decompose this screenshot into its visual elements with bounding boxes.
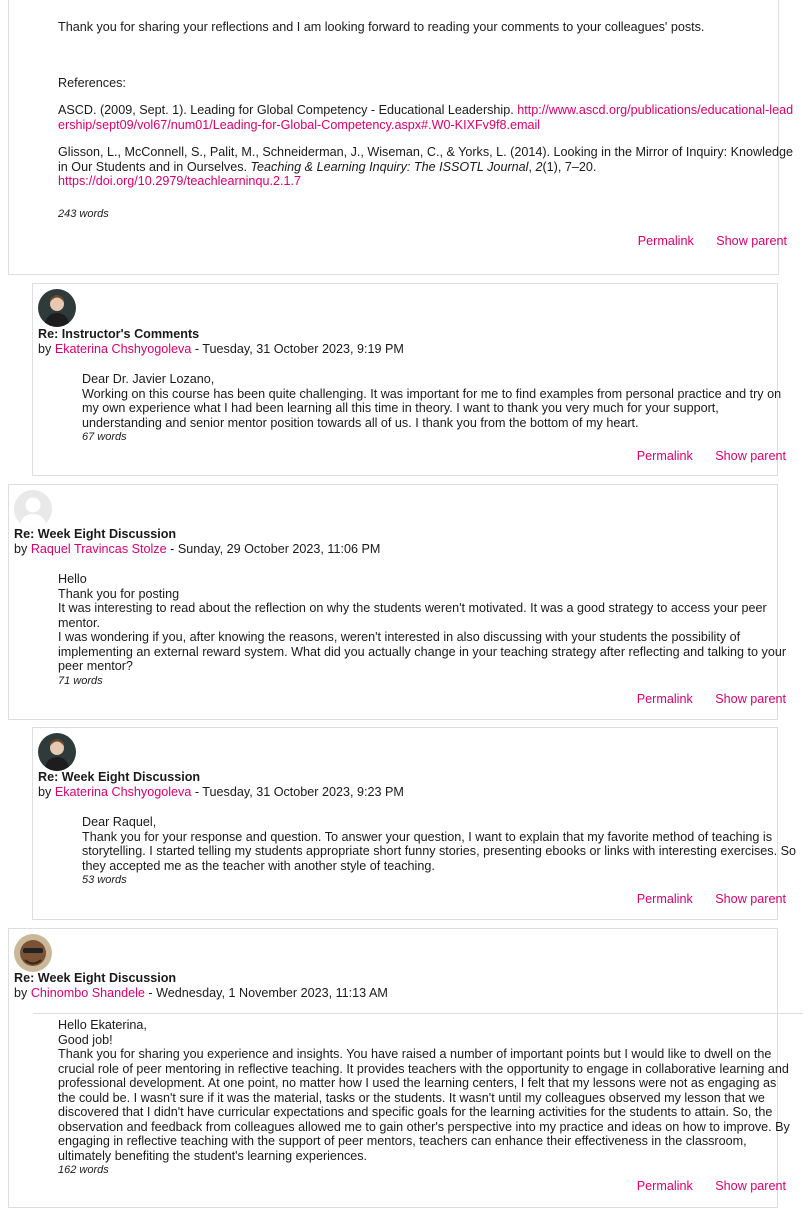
word-count: 162 words (58, 1164, 109, 1176)
post-body: Dear Dr. Javier Lozano, Working on this … (82, 372, 800, 445)
post-body: Hello Ekaterina, Good job! Thank you for… (58, 1018, 796, 1178)
byline-prefix: by (14, 986, 31, 1000)
post-commands: Permalink Show parent (619, 234, 787, 249)
post-commands: Permalink Show parent (618, 692, 786, 707)
author-link[interactable]: Ekaterina Chshyogoleva (55, 342, 192, 356)
forum-post-original: Thank you for sharing your reflections a… (8, 0, 793, 275)
forum-post-reply: Re: Week Eight Discussion by Chinombo Sh… (8, 928, 803, 1208)
divider (33, 1013, 803, 1014)
post-commands: Permalink Show parent (618, 449, 786, 464)
post-commands: Permalink Show parent (618, 1179, 786, 1194)
show-parent-link[interactable]: Show parent (715, 449, 786, 463)
message-line: I was wondering if you, after knowing th… (58, 630, 787, 673)
forum-post-reply: Re: Week Eight Discussion by Ekaterina C… (32, 727, 796, 920)
show-parent-link[interactable]: Show parent (715, 1179, 786, 1193)
closing-text: Thank you for sharing your reflections a… (58, 20, 705, 34)
message-line: Good job! (58, 1032, 113, 1047)
word-count: 53 words (82, 874, 127, 886)
reference-2-journal: Teaching & Learning Inquiry: The ISSOTL … (250, 159, 529, 174)
post-body: Dear Raquel, Thank you for your response… (82, 815, 800, 888)
show-parent-link[interactable]: Show parent (716, 234, 787, 248)
avatar[interactable] (38, 289, 76, 327)
post-date: - Tuesday, 31 October 2023, 9:19 PM (191, 342, 404, 356)
byline-prefix: by (38, 342, 55, 356)
post-date: - Tuesday, 31 October 2023, 9:23 PM (191, 785, 404, 799)
word-count: 71 words (58, 674, 103, 687)
post-byline: by Chinombo Shandele - Wednesday, 1 Nove… (14, 986, 388, 1001)
post-date: - Sunday, 29 October 2023, 11:06 PM (166, 542, 381, 556)
post-commands: Permalink Show parent (618, 892, 786, 907)
message-text: Thank you for your response and question… (82, 829, 796, 873)
post-byline: by Ekaterina Chshyogoleva - Tuesday, 31 … (38, 785, 404, 800)
post-subject: Re: Week Eight Discussion (38, 770, 201, 784)
post-byline: by Ekaterina Chshyogoleva - Tuesday, 31 … (38, 342, 404, 357)
author-link[interactable]: Ekaterina Chshyogoleva (55, 785, 192, 799)
reference-2: Glisson, L., McConnell, S., Palit, M., S… (58, 145, 798, 189)
greeting: Dear Dr. Javier Lozano, (82, 372, 215, 386)
references-heading: References: (58, 75, 126, 90)
reference-1: ASCD. (2009, Sept. 1). Leading for Globa… (58, 103, 798, 132)
reference-2-pages: (1), 7–20. (542, 159, 597, 174)
author-link[interactable]: Chinombo Shandele (31, 986, 145, 1000)
word-count: 67 words (82, 431, 127, 443)
greeting: Hello Ekaterina, (58, 1018, 147, 1032)
forum-post-reply: Re: Instructor's Comments by Ekaterina C… (32, 283, 786, 476)
byline-prefix: by (14, 542, 31, 556)
permalink-link[interactable]: Permalink (638, 234, 694, 248)
permalink-link[interactable]: Permalink (637, 692, 693, 706)
post-subject: Re: Instructor's Comments (38, 327, 200, 341)
avatar[interactable] (14, 490, 52, 528)
reference-1-text: ASCD. (2009, Sept. 1). Leading for Globa… (58, 103, 518, 117)
message-text: Thank you for sharing you experience and… (58, 1047, 790, 1163)
word-count: 243 words (58, 207, 109, 220)
user-photo-icon (14, 934, 52, 972)
message-line: It was interesting to read about the ref… (58, 601, 767, 630)
forum-post-reply: Re: Week Eight Discussion by Raquel Trav… (8, 484, 786, 720)
avatar[interactable] (38, 733, 76, 771)
user-photo-icon (38, 289, 76, 327)
avatar[interactable] (14, 934, 52, 972)
show-parent-link[interactable]: Show parent (715, 892, 786, 906)
post-body: Thank you for sharing your reflections a… (58, 20, 798, 221)
post-subject: Re: Week Eight Discussion (14, 971, 177, 985)
byline-prefix: by (38, 785, 55, 799)
post-body: Hello Thank you for posting It was inter… (58, 572, 796, 688)
message-text: Working on this course has been quite ch… (82, 386, 782, 430)
greeting: Dear Raquel, (82, 815, 157, 829)
permalink-link[interactable]: Permalink (637, 892, 693, 906)
message-line: Thank you for posting (58, 586, 180, 601)
permalink-link[interactable]: Permalink (637, 1179, 693, 1193)
user-photo-icon (38, 733, 76, 771)
post-subject: Re: Week Eight Discussion (14, 527, 177, 541)
permalink-link[interactable]: Permalink (637, 449, 693, 463)
greeting: Hello (58, 572, 87, 586)
post-byline: by Raquel Travincas Stolze - Sunday, 29 … (14, 542, 380, 557)
show-parent-link[interactable]: Show parent (715, 692, 786, 706)
author-link[interactable]: Raquel Travincas Stolze (31, 542, 167, 556)
default-user-icon (14, 490, 52, 528)
post-date: - Wednesday, 1 November 2023, 11:13 AM (144, 986, 388, 1000)
reference-2-link[interactable]: https://doi.org/10.2979/teachlearninqu.2… (58, 174, 301, 188)
